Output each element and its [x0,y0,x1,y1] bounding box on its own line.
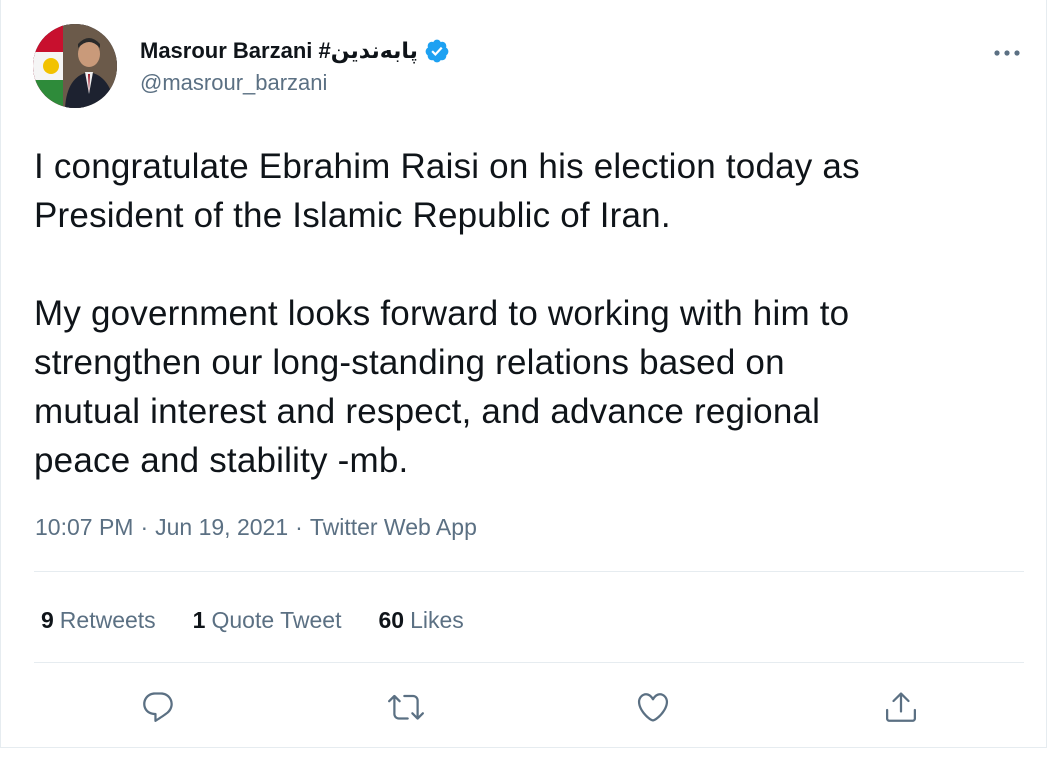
author-handle[interactable]: @masrour_barzani [140,68,450,98]
verified-badge-icon [424,38,450,64]
likes-label: Likes [410,606,464,633]
tweet-card: Masrour Barzani #پابەندین @masrour_barza… [0,0,1047,748]
tweet-text: I congratulate Ebrahim Raisi on his elec… [34,147,860,480]
meta-separator: · [140,513,149,540]
likes-count: 60 [378,606,405,633]
more-options-button[interactable] [987,38,1027,68]
tweet-time[interactable]: 10:07 PM [35,514,133,541]
likes-stat[interactable]: 60 Likes [378,607,463,634]
retweets-count: 9 [41,606,54,633]
retweets-label: Retweets [59,606,156,633]
reply-button[interactable] [134,683,182,731]
quote-tweets-count: 1 [192,606,206,633]
heart-icon [637,693,669,722]
tweet-actions [1,683,1049,731]
tweet-stats: 9 Retweets 1 Quote Tweet 60 Likes [41,600,501,640]
quote-tweets-stat[interactable]: 1 Quote Tweet [193,607,342,634]
display-name-row[interactable]: Masrour Barzani #پابەندین [140,36,450,66]
share-icon [886,692,916,722]
tweet-source[interactable]: Twitter Web App [310,514,477,541]
quote-tweets-label: Quote Tweet [211,606,342,633]
share-button[interactable] [877,683,925,731]
more-horizontal-icon [994,50,1020,56]
tweet-header: Masrour Barzani #پابەندین @masrour_barza… [33,24,1033,110]
avatar-image [33,24,117,108]
author-names: Masrour Barzani #پابەندین @masrour_barza… [140,36,450,98]
tweet-meta: 10:07 PM · Jun 19, 2021 · Twitter Web Ap… [35,510,477,544]
tweet-date[interactable]: Jun 19, 2021 [155,514,288,541]
display-name[interactable]: Masrour Barzani #پابەندین [140,38,418,64]
reply-icon [143,692,173,722]
retweet-icon [388,694,424,720]
retweets-stat[interactable]: 9 Retweets [41,607,156,634]
meta-separator: · [295,513,303,540]
avatar[interactable] [33,24,117,108]
like-button[interactable] [629,683,677,731]
divider [34,571,1024,572]
retweet-button[interactable] [382,683,430,731]
divider [34,662,1024,663]
